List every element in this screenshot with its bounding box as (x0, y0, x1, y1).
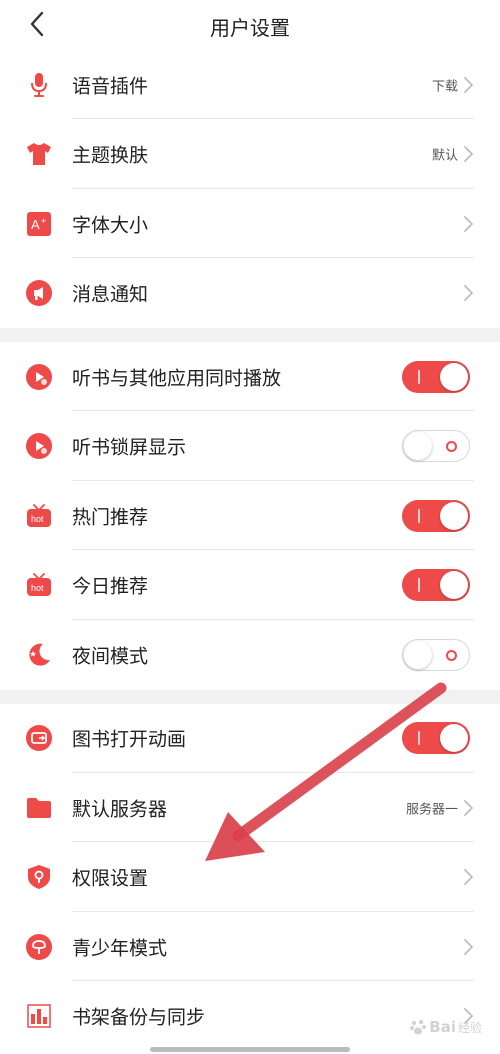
toggle-bar (418, 731, 420, 745)
header-bar: 用户设置 (0, 0, 500, 50)
row-label: 语音插件 (72, 75, 149, 97)
row-label: 主题换肤 (72, 144, 149, 167)
chevron-right-icon (464, 146, 473, 162)
row-label: 默认服务器 (72, 798, 168, 820)
settings-row-bookshelf-sync[interactable]: 书架备份与同步 (0, 981, 500, 1051)
toggle-knob (440, 724, 468, 752)
row-label: 青少年模式 (72, 937, 168, 959)
toggle-bar (418, 369, 420, 384)
settings-row-youth-mode[interactable]: 青少年模式 (0, 912, 500, 981)
row-label: 字体大小 (72, 214, 149, 236)
row-label: 今日推荐 (72, 575, 149, 598)
row-label: 权限设置 (72, 867, 149, 890)
row-label: 听书锁屏显示 (72, 436, 187, 459)
toggle-switch[interactable] (402, 638, 470, 671)
row-label: 夜间模式 (72, 645, 149, 667)
settings-row-hot-recommend[interactable]: hot 热门推荐 (0, 481, 500, 550)
toggle-knob (440, 501, 468, 530)
toggle-bar (418, 508, 420, 523)
shirt-icon (26, 141, 52, 167)
hot-tv-icon: hot (26, 503, 52, 529)
svg-text:A: A (31, 217, 40, 232)
folder-icon (26, 795, 52, 821)
section-separator (0, 328, 500, 342)
chart-icon (26, 1003, 52, 1029)
settings-row-font-size[interactable]: A + 字体大小 (0, 189, 500, 258)
toggle-switch[interactable] (402, 360, 470, 393)
chevron-right-icon (464, 285, 473, 301)
chevron-right-icon (464, 799, 473, 816)
row-value: 默认 (431, 148, 458, 164)
paw-logo-icon (410, 1019, 427, 1035)
row-value: 服务器一 (405, 802, 458, 817)
home-indicator[interactable] (150, 1047, 350, 1052)
svg-text:+: + (41, 216, 46, 226)
moon-icon (26, 642, 52, 668)
toggle-ring (446, 649, 457, 661)
svg-text:hot: hot (31, 583, 44, 593)
toggle-knob (440, 571, 468, 599)
chevron-right-icon (464, 869, 473, 885)
settings-row-permissions[interactable]: 权限设置 (0, 842, 500, 912)
settings-row-night-mode[interactable]: 夜间模式 (0, 620, 500, 689)
chevron-right-icon (464, 76, 473, 93)
chevron-right-icon (464, 938, 473, 955)
toggle-bar (418, 578, 420, 592)
watermark-sub: 经验 (457, 1020, 482, 1035)
page-title: 用户设置 (210, 16, 290, 40)
row-label: 书架备份与同步 (72, 1006, 206, 1029)
row-label: 消息通知 (72, 283, 149, 306)
toggle-knob (404, 432, 432, 460)
row-value: 下载 (431, 79, 458, 94)
toggle-switch[interactable] (402, 722, 470, 754)
font-size-icon: A + (26, 211, 52, 237)
microphone-icon (26, 72, 52, 98)
watermark-text: Bai (429, 1018, 456, 1036)
row-label: 听书与其他应用同时播放 (72, 367, 282, 389)
play-icon (26, 363, 52, 390)
toggle-knob (404, 640, 432, 669)
settings-row-notifications[interactable]: 消息通知 (0, 258, 500, 328)
row-label: 图书打开动画 (72, 728, 187, 751)
settings-row-background-play[interactable]: 听书与其他应用同时播放 (0, 342, 500, 411)
watermark: Bai 经验 (409, 1018, 482, 1036)
sprout-icon (26, 933, 52, 960)
settings-row-voice-plugin[interactable]: 语音插件 下载 (0, 50, 500, 119)
toggle-switch[interactable] (402, 569, 470, 601)
shield-icon (26, 864, 52, 890)
toggle-switch[interactable] (402, 430, 470, 462)
toggle-knob (440, 362, 468, 391)
settings-row-today-recommend[interactable]: hot 今日推荐 (0, 550, 500, 620)
svg-text:hot: hot (31, 514, 44, 524)
settings-row-book-animation[interactable]: 图书打开动画 (0, 703, 500, 773)
megaphone-icon (26, 280, 52, 306)
settings-row-lockscreen[interactable]: 听书锁屏显示 (0, 411, 500, 481)
toggle-switch[interactable] (402, 499, 470, 532)
toggle-ring (446, 441, 457, 452)
settings-row-theme[interactable]: 主题换肤 默认 (0, 119, 500, 189)
hot-tv-icon: hot (26, 572, 52, 598)
play-icon (26, 433, 52, 459)
section-separator (0, 689, 500, 704)
settings-row-default-server[interactable]: 默认服务器 服务器一 (0, 773, 500, 842)
book-animation-icon (26, 725, 52, 751)
chevron-right-icon (464, 215, 473, 232)
row-label: 热门推荐 (72, 506, 149, 528)
